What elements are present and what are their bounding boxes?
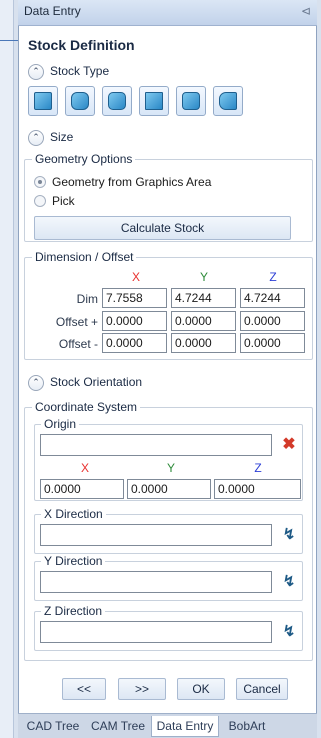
pick-direction-icon[interactable]: ↯ bbox=[277, 621, 301, 643]
left-dock-strip bbox=[0, 0, 14, 738]
x-direction-input[interactable] bbox=[40, 524, 272, 546]
tab-data-entry[interactable]: Data Entry bbox=[151, 716, 219, 737]
origin-input[interactable] bbox=[40, 434, 272, 456]
offset-plus-z-input[interactable]: 0.0000 bbox=[240, 311, 305, 331]
pick-direction-icon[interactable]: ↯ bbox=[277, 524, 301, 546]
offset-minus-z-input[interactable]: 0.0000 bbox=[240, 333, 305, 353]
origin-y-input[interactable]: 0.0000 bbox=[127, 479, 211, 499]
axis-z-label: Z bbox=[269, 270, 277, 284]
hex-stock-button[interactable] bbox=[176, 86, 206, 116]
z-direction-input[interactable] bbox=[40, 621, 272, 643]
chevron-up-icon[interactable]: ⌃ bbox=[28, 375, 44, 391]
block-stock-icon bbox=[34, 92, 52, 110]
offset-plus-label: Offset + bbox=[55, 315, 98, 329]
panel-tab-bar: CAD Tree CAM Tree Data Entry BobArt bbox=[18, 713, 317, 738]
geometry-options-label: Geometry Options bbox=[32, 152, 136, 166]
dimension-offset-label: Dimension / Offset bbox=[32, 250, 137, 264]
page-title: Stock Definition bbox=[28, 37, 135, 53]
tab-cad-tree[interactable]: CAD Tree bbox=[22, 716, 84, 737]
next-button[interactable]: >> bbox=[118, 678, 166, 700]
size-label: Size bbox=[50, 130, 74, 145]
pin-icon[interactable]: ⊲ bbox=[301, 0, 311, 22]
ok-button[interactable]: OK bbox=[177, 678, 225, 700]
extrusion-stock-button[interactable] bbox=[139, 86, 169, 116]
chevron-up-icon[interactable]: ⌃ bbox=[28, 64, 44, 80]
dim-y-input[interactable]: 4.7244 bbox=[171, 288, 236, 308]
axis-x-label: X bbox=[131, 270, 140, 284]
radio-selected-icon[interactable] bbox=[34, 176, 46, 188]
hex-stock-icon bbox=[182, 92, 200, 110]
x-direction-label: X Direction bbox=[41, 507, 106, 521]
dim-row-label: Dim bbox=[76, 292, 98, 306]
offset-minus-label: Offset - bbox=[58, 337, 98, 351]
coordinate-system-label: Coordinate System bbox=[32, 400, 141, 414]
stock-orientation-label: Stock Orientation bbox=[50, 375, 143, 390]
y-direction-label: Y Direction bbox=[41, 554, 106, 568]
dim-z-input[interactable]: 4.7244 bbox=[240, 288, 305, 308]
revolve-stock-icon bbox=[219, 92, 237, 110]
tab-bobart[interactable]: BobArt bbox=[221, 716, 273, 737]
origin-axis-x-label: X bbox=[80, 461, 89, 475]
extrusion-stock-icon bbox=[145, 92, 163, 110]
calculate-stock-button[interactable]: Calculate Stock bbox=[34, 216, 291, 240]
y-direction-input[interactable] bbox=[40, 571, 272, 593]
dim-x-input[interactable]: 7.7558 bbox=[102, 288, 167, 308]
dock-connector-line bbox=[0, 40, 20, 41]
revolve-stock-button[interactable] bbox=[213, 86, 243, 116]
z-direction-label: Z Direction bbox=[41, 604, 106, 618]
stock-type-section[interactable]: ⌃ Stock Type bbox=[28, 64, 109, 80]
panel-title: Data Entry bbox=[24, 4, 81, 18]
pick-direction-icon[interactable]: ↯ bbox=[277, 571, 301, 593]
cancel-button[interactable]: Cancel bbox=[236, 678, 288, 700]
origin-x-input[interactable]: 0.0000 bbox=[40, 479, 124, 499]
origin-axis-y-label: Y bbox=[166, 461, 175, 475]
previous-button[interactable]: << bbox=[62, 678, 106, 700]
radio-geometry-graphics[interactable]: Geometry from Graphics Area bbox=[34, 175, 211, 189]
cylinder-stock-button[interactable] bbox=[65, 86, 95, 116]
radio-geometry-graphics-label: Geometry from Graphics Area bbox=[52, 175, 212, 189]
stock-orientation-section[interactable]: ⌃ Stock Orientation bbox=[28, 375, 142, 391]
radio-pick[interactable]: Pick bbox=[34, 194, 75, 208]
radio-unselected-icon[interactable] bbox=[34, 195, 46, 207]
chevron-up-icon[interactable]: ⌃ bbox=[28, 130, 44, 146]
size-section[interactable]: ⌃ Size bbox=[28, 130, 73, 146]
radio-pick-label: Pick bbox=[52, 194, 75, 208]
origin-label: Origin bbox=[41, 417, 80, 431]
origin-axis-z-label: Z bbox=[254, 461, 262, 475]
axis-y-label: Y bbox=[199, 270, 208, 284]
offset-minus-x-input[interactable]: 0.0000 bbox=[102, 333, 167, 353]
rounded-block-stock-icon bbox=[108, 92, 126, 110]
offset-minus-y-input[interactable]: 0.0000 bbox=[171, 333, 236, 353]
offset-plus-y-input[interactable]: 0.0000 bbox=[171, 311, 236, 331]
cylinder-stock-icon bbox=[71, 92, 89, 110]
offset-plus-x-input[interactable]: 0.0000 bbox=[102, 311, 167, 331]
block-stock-button[interactable] bbox=[28, 86, 58, 116]
origin-z-input[interactable]: 0.0000 bbox=[214, 479, 301, 499]
clear-origin-icon[interactable]: ✖ bbox=[277, 434, 301, 456]
tab-cam-tree[interactable]: CAM Tree bbox=[86, 716, 150, 737]
stock-type-label: Stock Type bbox=[50, 64, 110, 79]
panel-titlebar: Data Entry ⊲ bbox=[18, 0, 317, 26]
rounded-block-stock-button[interactable] bbox=[102, 86, 132, 116]
